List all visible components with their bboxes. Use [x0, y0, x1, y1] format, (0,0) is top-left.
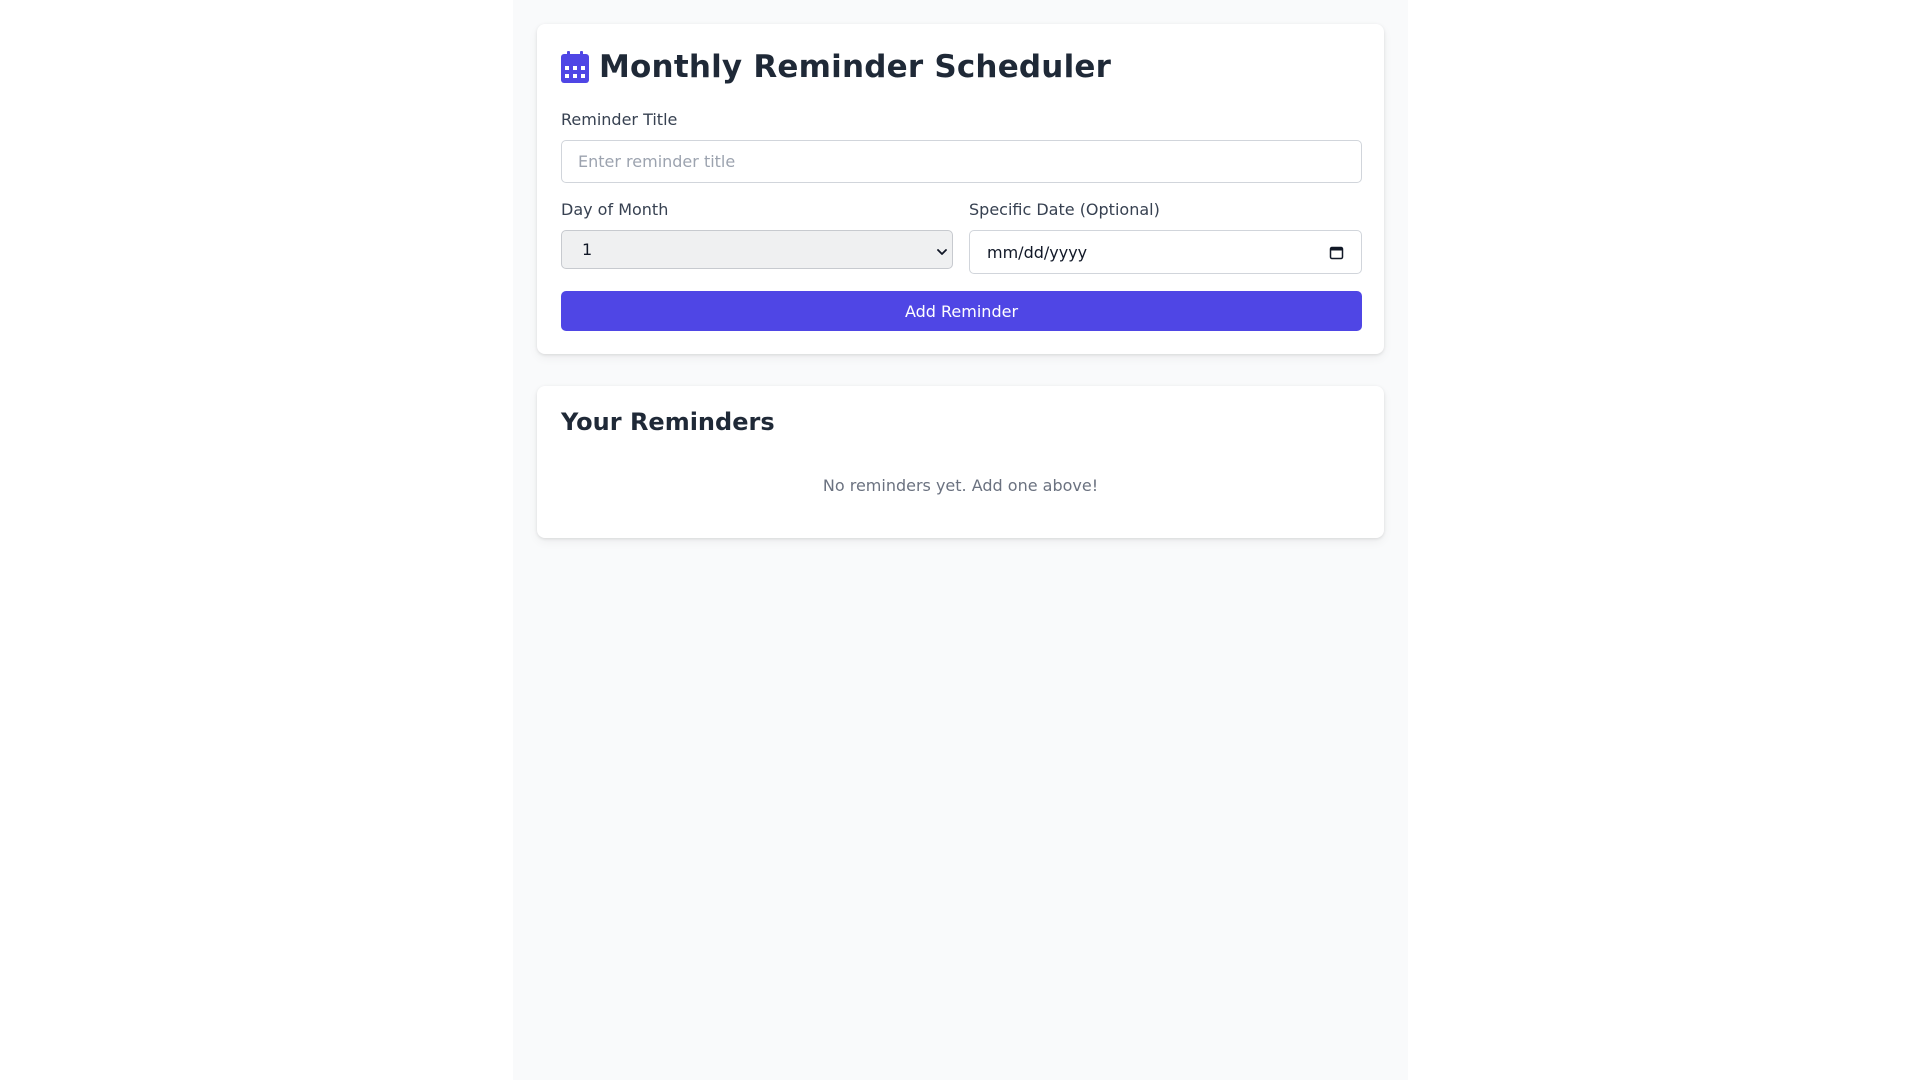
add-reminder-button[interactable]: Add Reminder [561, 291, 1362, 331]
reminders-empty-state: No reminders yet. Add one above! [822, 476, 1099, 495]
calendar-icon [561, 51, 589, 83]
reminder-title-input[interactable] [561, 140, 1362, 183]
reminder-title-label: Reminder Title [561, 110, 678, 129]
specific-date-value: mm/dd/yyyy [987, 242, 1088, 262]
date-picker-icon[interactable] [1329, 245, 1344, 260]
page-title: Monthly Reminder Scheduler [599, 49, 1112, 85]
day-of-month-value: 1 [582, 240, 593, 259]
specific-date-input[interactable]: mm/dd/yyyy [969, 230, 1362, 274]
reminder-form-card: Monthly Reminder Scheduler Reminder Titl… [537, 24, 1384, 354]
title-row: Monthly Reminder Scheduler [561, 48, 1111, 86]
chevron-down-icon [936, 243, 948, 255]
day-of-month-label: Day of Month [561, 200, 669, 219]
reminders-section-title: Your Reminders [561, 408, 775, 436]
specific-date-label: Specific Date (Optional) [969, 200, 1160, 219]
reminders-card: Your Reminders No reminders yet. Add one… [537, 386, 1384, 538]
page-column: Monthly Reminder Scheduler Reminder Titl… [513, 0, 1408, 1080]
day-of-month-select[interactable]: 1 [561, 230, 953, 269]
